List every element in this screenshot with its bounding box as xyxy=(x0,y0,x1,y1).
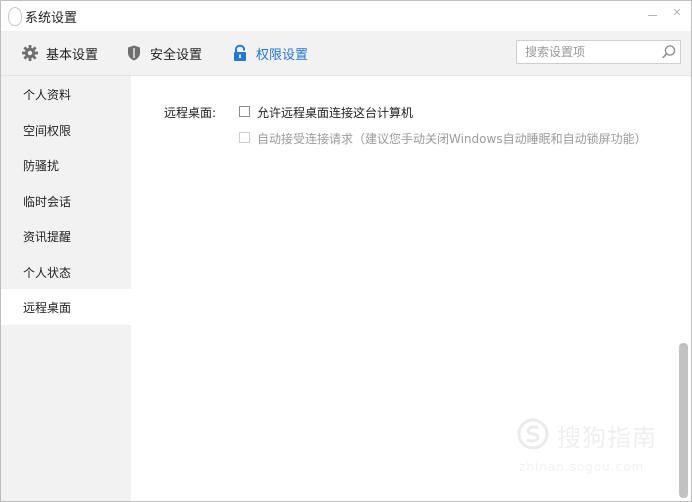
search-box xyxy=(516,40,681,64)
sidebar-item-remote-desktop[interactable]: 远程桌面 xyxy=(1,289,131,325)
sidebar-item-space-permission[interactable]: 空间权限 xyxy=(1,112,131,148)
sidebar-item-temp-session[interactable]: 临时会话 xyxy=(1,183,131,219)
shield-icon xyxy=(128,45,140,61)
window-title: 系统设置 xyxy=(25,11,78,26)
settings-window: 系统设置 ✕ 基本设置 安全设置 权限设置 搜索设置项 个人资料 空间权限 防骚… xyxy=(0,0,692,502)
sidebar-item-label: 防骚扰 xyxy=(23,159,60,173)
search-input[interactable] xyxy=(517,41,665,63)
search-icon[interactable] xyxy=(661,44,677,60)
tab-permission-settings[interactable]: 权限设置 xyxy=(231,43,308,63)
sidebar-item-label: 个人资料 xyxy=(23,88,72,102)
title-bar: 系统设置 ✕ xyxy=(1,1,691,31)
watermark-url: zhinan.sogou.com xyxy=(519,460,645,474)
sidebar-item-personal-status[interactable]: 个人状态 xyxy=(1,254,131,290)
sidebar-item-anti-harassment[interactable]: 防骚扰 xyxy=(1,147,131,183)
minimize-icon xyxy=(647,15,657,16)
sidebar-item-label: 远程桌面 xyxy=(23,301,72,315)
auto-accept-checkbox xyxy=(239,132,250,143)
sidebar-item-news-alert[interactable]: 资讯提醒 xyxy=(1,218,131,254)
minimize-button[interactable] xyxy=(644,5,660,21)
tab-label: 基本设置 xyxy=(46,47,99,63)
tab-label: 安全设置 xyxy=(150,47,203,63)
watermark-title: 搜狗指南 xyxy=(557,424,657,452)
sidebar-item-profile[interactable]: 个人资料 xyxy=(1,76,131,112)
auto-accept-label: 自动接受连接请求（建议您手动关闭Windows自动睡眠和自动锁屏功能） xyxy=(257,132,647,146)
remote-desktop-label: 远程桌面: xyxy=(164,106,217,120)
sidebar-item-label: 临时会话 xyxy=(23,195,72,209)
close-button[interactable]: ✕ xyxy=(669,5,685,21)
sogou-logo-icon xyxy=(517,418,549,450)
watermark: 搜狗指南 zhinan.sogou.com xyxy=(513,416,678,486)
sidebar-item-label: 空间权限 xyxy=(23,124,72,138)
scrollbar-thumb[interactable] xyxy=(679,343,688,498)
tab-basic-settings[interactable]: 基本设置 xyxy=(21,43,98,63)
sidebar-item-label: 个人状态 xyxy=(23,266,72,280)
tab-security-settings[interactable]: 安全设置 xyxy=(125,43,202,63)
lock-icon xyxy=(234,44,246,61)
tab-label: 权限设置 xyxy=(256,47,309,63)
settings-sidebar: 个人资料 空间权限 防骚扰 临时会话 资讯提醒 个人状态 远程桌面 xyxy=(1,76,131,501)
sidebar-item-label: 资讯提醒 xyxy=(23,230,72,244)
settings-toolbar: 基本设置 安全设置 权限设置 xyxy=(1,31,691,76)
allow-remote-desktop-label[interactable]: 允许远程桌面连接这台计算机 xyxy=(257,104,413,121)
gear-icon xyxy=(22,45,38,61)
app-logo-icon xyxy=(8,7,22,26)
allow-remote-desktop-checkbox[interactable] xyxy=(239,106,250,117)
